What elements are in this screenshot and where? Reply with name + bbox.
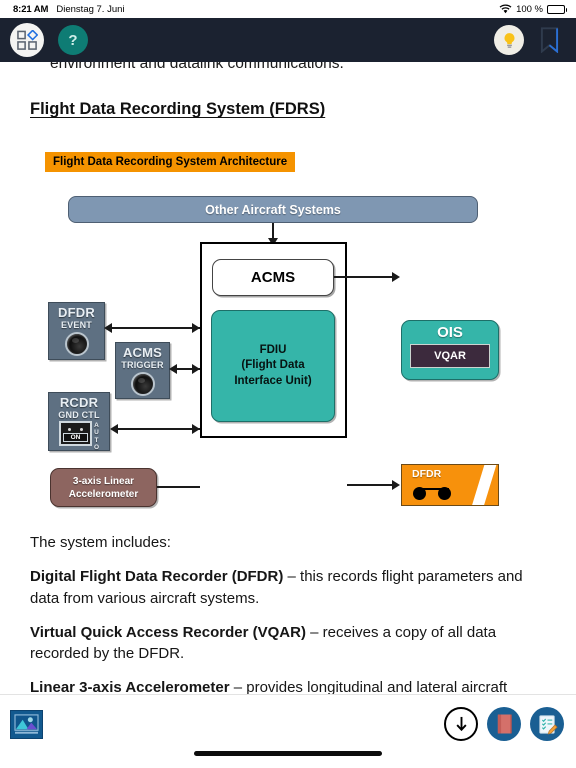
grid-shapes-icon[interactable] [10,23,44,57]
connector-fdiu-to-dfdr [347,484,394,486]
question-mark-icon: ? [68,31,78,49]
home-indicator [194,751,382,756]
status-time: 8:21 AM [13,3,49,15]
rcdr-title: RCDR [59,395,99,410]
body-text-block: The system includes: Digital Flight Data… [30,532,530,694]
toolbar-left-group: ? [0,23,88,57]
connector-rcdr [118,428,200,430]
arrowhead-right-dfdr [392,480,400,490]
rcdr-switch-on-label: ON [62,433,88,442]
acms-trigger-push-button[interactable] [130,372,155,396]
battery-percent: 100 % [516,3,543,15]
accelerometer-line-1: 3-axis Linear [72,475,135,487]
connector-accelerometer [157,486,200,488]
rcdr-auto-label: AUTO [93,422,100,451]
paragraph-dfdr: Digital Flight Data Recorder (DFDR) – th… [30,566,530,609]
other-aircraft-systems-box: Other Aircraft Systems [68,196,478,223]
notes-pencil-icon[interactable] [530,707,564,741]
arrowhead-right-dfdr-event [192,323,200,333]
acms-trigger-title: ACMS [122,345,163,360]
paragraph-dfdr-lead: Digital Flight Data Recorder (DFDR) [30,568,284,586]
dfdr-event-panel[interactable]: DFDR EVENT [48,302,105,360]
arrowhead-left-rcdr [110,424,118,434]
battery-icon [547,4,567,14]
arrowhead-right-rcdr [192,424,200,434]
wifi-icon [499,4,512,14]
fdiu-line-1: FDIU [259,344,287,357]
ois-label: OIS [437,324,463,341]
paragraph-accelerometer-lead: Linear 3-axis Accelerometer [30,679,230,694]
connector-dfdr-event [112,327,200,329]
status-date: Dienstag 7. Juni [56,3,125,15]
arrowhead-right-acms-trigger [192,364,200,374]
lightbulb-icon[interactable] [494,25,524,55]
status-bar-left: 8:21 AM Dienstag 7. Juni [0,4,125,15]
acms-trigger-panel[interactable]: ACMS TRIGGER [115,342,170,399]
download-arrow-icon[interactable] [444,707,478,741]
bookmark-icon[interactable] [538,25,560,55]
paragraph-intro: The system includes: [30,532,530,553]
arrowhead-left-dfdr-event [104,323,112,333]
arrowhead-right-ois [392,272,400,282]
fdiu-line-2: (Flight Data [241,359,305,372]
dfdr-event-push-button[interactable] [64,332,89,356]
help-button[interactable]: ? [58,25,88,55]
acms-trigger-subtitle: TRIGGER [121,360,164,370]
recorder-reel-icon [413,486,455,500]
document-page[interactable]: environment and datalink communications.… [0,62,576,694]
accelerometer-line-2: Accelerometer [68,488,139,500]
acms-box: ACMS [212,259,334,296]
paragraph-intro-text: The system includes: [30,534,171,551]
fdrs-architecture-diagram: Flight Data Recording System Architectur… [0,152,576,522]
rcdr-toggle-switch[interactable]: ON [58,421,92,446]
fdiu-box: FDIU (Flight Data Interface Unit) [211,310,335,422]
image-gallery-icon[interactable] [10,710,43,739]
fdiu-line-3: Interface Unit) [234,374,312,387]
dfdr-event-subtitle: EVENT [60,320,92,330]
rcdr-subtitle: GND CTL [58,410,100,420]
diagram-title-banner: Flight Data Recording System Architectur… [45,152,296,172]
bottom-toolbar-right-group [444,707,564,741]
arrowhead-left-acms-trigger [169,364,177,374]
app-toolbar: ? [0,18,576,62]
vqar-box: VQAR [410,344,490,368]
dfdr-recorder-box: DFDR [401,464,499,506]
rcdr-switch-indicators [63,425,88,433]
accelerometer-box: 3-axis Linear Accelerometer [50,468,157,507]
clipped-previous-line: environment and datalink communications. [50,62,520,78]
section-heading: Flight Data Recording System (FDRS) [30,100,326,118]
rcdr-switch-group: ON AUTO [49,421,109,451]
paragraph-accelerometer: Linear 3-axis Accelerometer – provides l… [30,677,530,694]
connector-acms-to-ois [334,276,394,278]
paragraph-vqar-lead: Virtual Quick Access Recorder (VQAR) [30,623,306,641]
clipped-text: environment and datalink communications. [50,62,344,72]
dfdr-event-title: DFDR [58,305,95,320]
ois-box: OIS VQAR [401,320,499,380]
book-icon[interactable] [487,707,521,741]
status-bar-right: 100 % [499,4,576,15]
app-root: 8:21 AM Dienstag 7. Juni 100 % ? environ… [0,0,576,768]
bottom-toolbar [0,694,576,768]
rcdr-gnd-ctl-panel[interactable]: RCDR GND CTL ON AUTO [48,392,110,451]
paragraph-vqar: Virtual Quick Access Recorder (VQAR) – r… [30,622,530,665]
status-bar: 8:21 AM Dienstag 7. Juni 100 % [0,0,576,18]
toolbar-right-group [494,25,576,55]
